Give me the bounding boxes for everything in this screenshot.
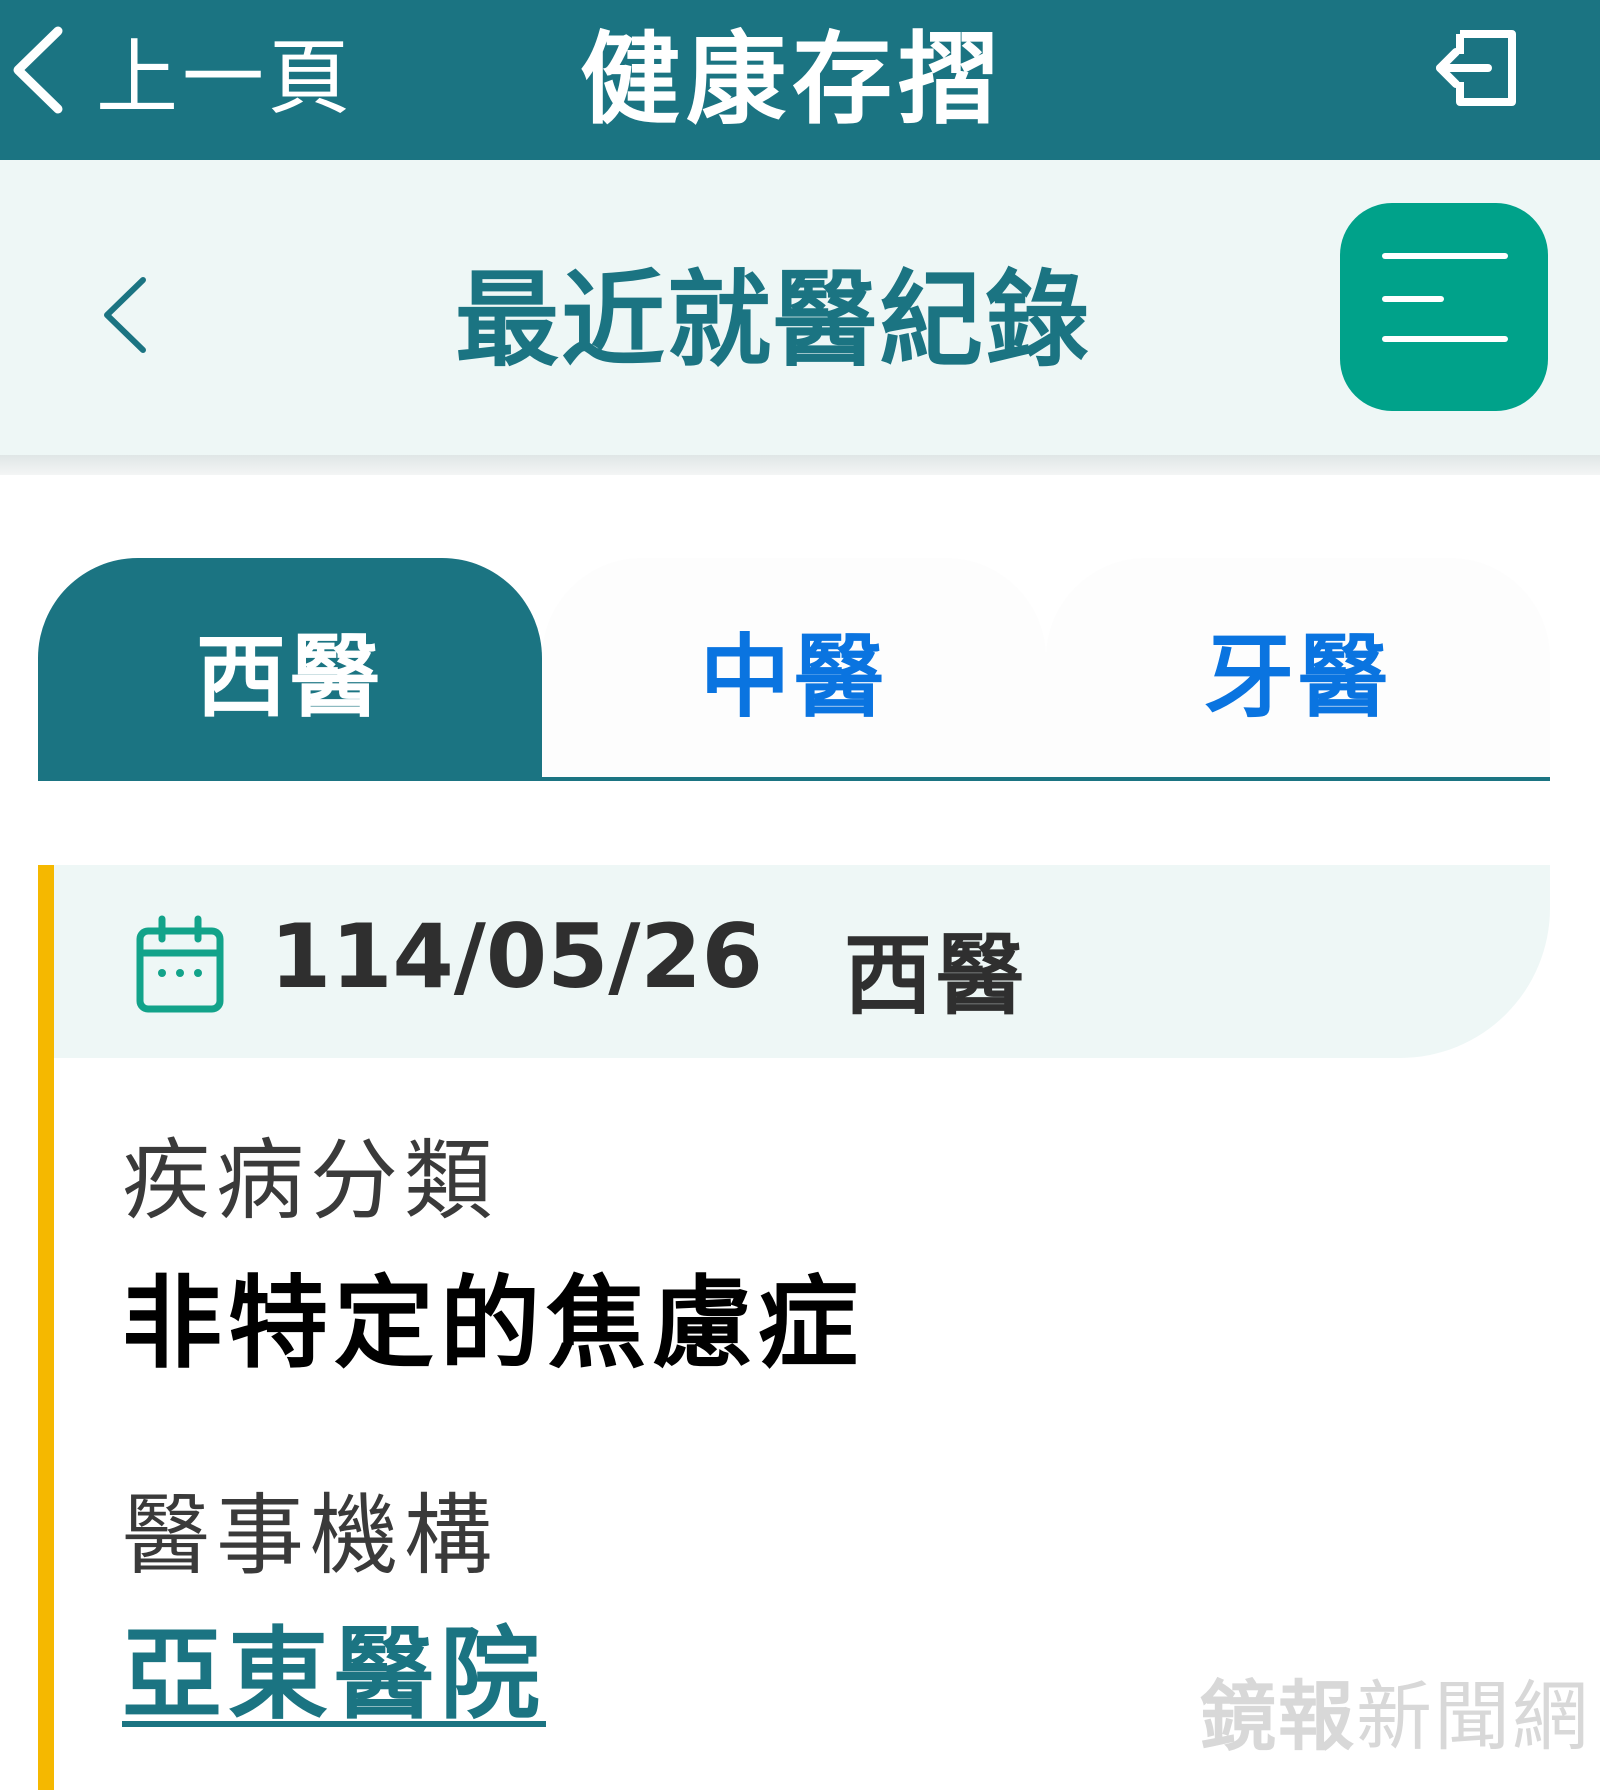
tab-underline <box>38 777 1550 781</box>
logout-icon[interactable] <box>1432 22 1522 114</box>
disease-category-label: 疾病分類 <box>122 1129 499 1232</box>
disease-category-value: 非特定的焦慮症 <box>122 1265 864 1382</box>
record-header: 114/05/26 西醫 <box>54 865 1550 1058</box>
app-bar: 上一頁 健康存摺 <box>0 0 1600 160</box>
sub-header-divider <box>0 455 1600 475</box>
menu-button[interactable] <box>1340 203 1548 411</box>
tab-western-medicine[interactable]: 西醫 <box>38 558 542 780</box>
record-date: 114/05/26 <box>270 905 763 1008</box>
calendar-icon <box>136 915 224 1013</box>
back-button-label: 上一頁 <box>96 30 355 126</box>
watermark: 鏡報新聞網 <box>1200 1655 1590 1765</box>
app-title: 健康存摺 <box>580 20 1004 138</box>
tab-chinese-medicine[interactable]: 中醫 <box>542 558 1046 780</box>
watermark-light: 新聞網 <box>1356 1672 1590 1761</box>
institution-link[interactable]: 亞東醫院 <box>122 1593 546 1738</box>
record-type: 西醫 <box>844 924 1029 1027</box>
tab-dental[interactable]: 牙醫 <box>1046 558 1550 780</box>
back-button[interactable]: 上一頁 <box>0 0 354 140</box>
institution-label: 醫事機構 <box>122 1484 499 1587</box>
chevron-left-icon <box>13 26 63 114</box>
chevron-left-icon[interactable] <box>95 270 155 360</box>
watermark-bold: 鏡報 <box>1200 1672 1356 1761</box>
category-tabs: 西醫 中醫 牙醫 <box>38 558 1550 780</box>
page-title: 最近就醫紀錄 <box>455 258 1092 381</box>
record-accent-bar <box>38 865 54 1790</box>
